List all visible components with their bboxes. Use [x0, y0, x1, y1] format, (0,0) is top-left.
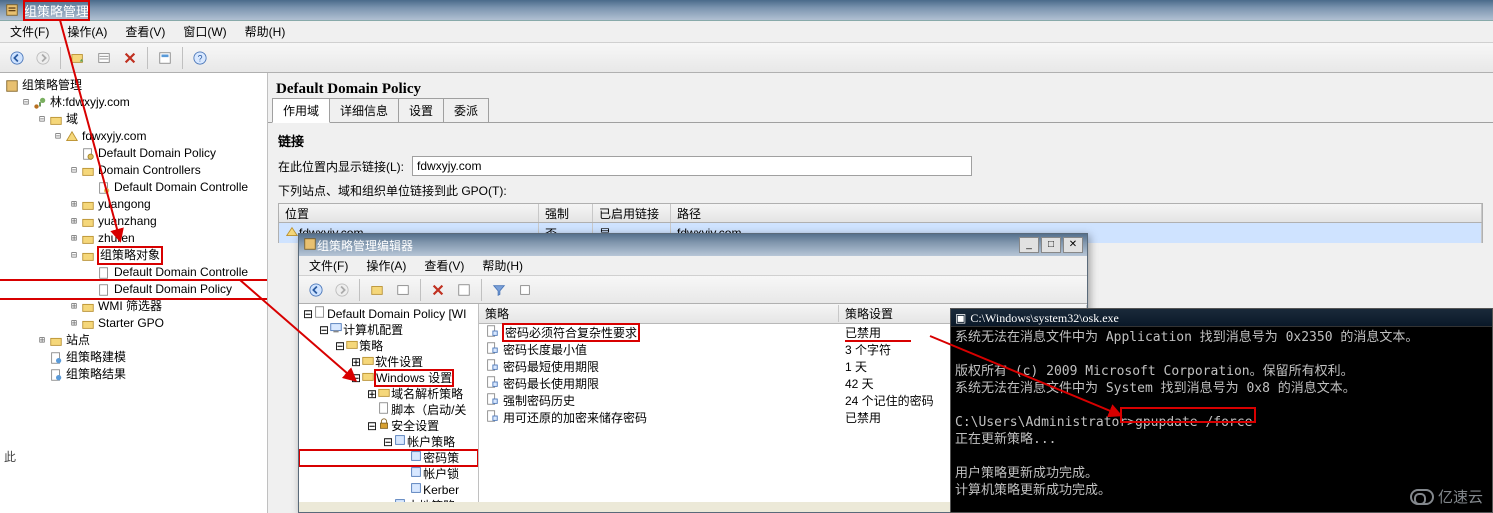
tree-ddp[interactable]: ⊟Default Domain Policy: [0, 145, 267, 162]
delete-icon[interactable]: [118, 46, 142, 70]
tree-ddcp[interactable]: ⊟Default Domain Controlle: [0, 179, 267, 196]
main-menubar: 文件(F) 操作(A) 查看(V) 窗口(W) 帮助(H): [0, 21, 1493, 43]
tabs: 作用域 详细信息 设置 委派: [268, 101, 1493, 123]
editor-titlebar: 组策略管理编辑器 _ □ ✕: [299, 234, 1087, 256]
editor-tree[interactable]: ⊟Default Domain Policy [WI ⊟计算机配置 ⊟策略 ⊞软…: [299, 304, 479, 502]
col-path[interactable]: 路径: [671, 204, 1482, 222]
ed-tree-lock[interactable]: ⊟帐户锁: [299, 466, 478, 482]
ed-menu-view[interactable]: 查看(V): [420, 255, 468, 276]
tree-ou1[interactable]: ⊞yuangong: [0, 196, 267, 213]
tree-dc[interactable]: ⊟Domain Controllers: [0, 162, 267, 179]
tree-results[interactable]: ⊟组策略结果: [0, 366, 267, 383]
ed-filter-icon[interactable]: [487, 278, 511, 302]
nav-back-icon[interactable]: [5, 46, 29, 70]
editor-toolbar: [299, 276, 1087, 304]
ed-menu-file[interactable]: 文件(F): [305, 255, 352, 276]
tab-delegation[interactable]: 委派: [443, 98, 489, 122]
editor-icon: [303, 237, 317, 254]
ed-tree-script[interactable]: ⊞脚本（启动/关: [299, 402, 478, 418]
links-heading: 链接: [278, 131, 1483, 150]
tab-settings[interactable]: 设置: [398, 98, 444, 122]
ed-props-icon[interactable]: [452, 278, 476, 302]
menu-view[interactable]: 查看(V): [121, 21, 169, 42]
command-prompt[interactable]: ▣C:\Windows\system32\osk.exe 系统无法在消息文件中为…: [950, 308, 1493, 513]
col-location[interactable]: 位置: [279, 204, 539, 222]
cmd-title: ▣C:\Windows\system32\osk.exe: [951, 309, 1492, 327]
ed-tree-comp[interactable]: ⊟计算机配置: [299, 322, 478, 338]
tree-forest[interactable]: ⊟林: fdwxyjy.com: [0, 94, 267, 111]
ed-tree-sw[interactable]: ⊞软件设置: [299, 354, 478, 370]
ed-back-icon[interactable]: [304, 278, 328, 302]
ed-menu-help[interactable]: 帮助(H): [478, 255, 527, 276]
cmd-icon: ▣: [955, 311, 966, 325]
ed-tree-sec[interactable]: ⊟安全设置: [299, 418, 478, 434]
col-policy[interactable]: 策略: [479, 305, 839, 322]
ed-tree-win[interactable]: ⊟Windows 设置: [299, 370, 478, 386]
cmd-body: 系统无法在消息文件中为 Application 找到消息号为 0x2350 的消…: [951, 327, 1492, 501]
ed-list-icon[interactable]: [391, 278, 415, 302]
tree-domain[interactable]: ⊟fdwxyjy.com: [0, 128, 267, 145]
domain-icon: [285, 225, 299, 242]
app-icon: [4, 2, 20, 18]
help-icon[interactable]: ?: [188, 46, 212, 70]
ed-tree-local[interactable]: ⊞本地策略: [299, 498, 478, 502]
tree-gpo1[interactable]: ⊟Default Domain Controlle: [0, 264, 267, 281]
show-links-label: 在此位置内显示链接(L):: [278, 158, 404, 175]
ed-tree-acct[interactable]: ⊟帐户策略: [299, 434, 478, 450]
app-title: 组策略管理: [24, 1, 89, 20]
menu-action[interactable]: 操作(A): [63, 21, 111, 42]
refresh-icon[interactable]: [153, 46, 177, 70]
list-header: 位置 强制 已启用链接 路径: [278, 203, 1483, 223]
ed-delete-icon[interactable]: [426, 278, 450, 302]
watermark-logo-icon: [1410, 489, 1434, 505]
tree-gpo-obj[interactable]: ⊟组策略对象: [0, 247, 267, 264]
ed-tree-pol[interactable]: ⊟策略: [299, 338, 478, 354]
nav-forward-icon[interactable]: [31, 46, 55, 70]
tree-panel[interactable]: 组策略管理 ⊟林: fdwxyjy.com ⊟域 ⊟fdwxyjy.com ⊟D…: [0, 73, 268, 513]
ed-extra-icon[interactable]: [513, 278, 537, 302]
tree-root[interactable]: 组策略管理: [0, 77, 267, 94]
tree-sites[interactable]: ⊞站点: [0, 332, 267, 349]
editor-menubar: 文件(F) 操作(A) 查看(V) 帮助(H): [299, 256, 1087, 276]
ed-menu-action[interactable]: 操作(A): [362, 255, 410, 276]
menu-file[interactable]: 文件(F): [6, 21, 53, 42]
tree-ou3[interactable]: ⊞zhuren: [0, 230, 267, 247]
minimize-button[interactable]: _: [1019, 237, 1039, 253]
main-titlebar: 组策略管理: [0, 0, 1493, 21]
ed-tree-pwd[interactable]: ⊟密码策: [299, 450, 478, 466]
tree-wmi[interactable]: ⊞WMI 筛选器: [0, 298, 267, 315]
gpo-links-label: 下列站点、域和组织单位链接到此 GPO(T):: [278, 182, 1483, 199]
col-link[interactable]: 已启用链接: [593, 204, 671, 222]
ed-tree-kerb[interactable]: ⊟Kerber: [299, 482, 478, 498]
col-force[interactable]: 强制: [539, 204, 593, 222]
details-title: Default Domain Policy: [268, 73, 1493, 101]
ed-forward-icon[interactable]: [330, 278, 354, 302]
tree-modeling[interactable]: ⊟组策略建模: [0, 349, 267, 366]
watermark: 亿速云: [1410, 486, 1483, 507]
policy-icon: [485, 324, 499, 341]
tab-scope[interactable]: 作用域: [272, 98, 330, 123]
status-text: 此: [4, 448, 16, 465]
ed-tree-root[interactable]: ⊟Default Domain Policy [WI: [299, 306, 478, 322]
tree-domains[interactable]: ⊟域: [0, 111, 267, 128]
tree-gpo2[interactable]: ⊟Default Domain Policy: [0, 281, 267, 298]
svg-text:?: ?: [198, 53, 203, 63]
menu-window[interactable]: 窗口(W): [179, 21, 230, 42]
tree-ou2[interactable]: ⊞yuanzhang: [0, 213, 267, 230]
editor-title: 组策略管理编辑器: [317, 237, 413, 254]
close-button[interactable]: ✕: [1063, 237, 1083, 253]
ed-tree-dns[interactable]: ⊞域名解析策略: [299, 386, 478, 402]
main-toolbar: ?: [0, 43, 1493, 73]
menu-help[interactable]: 帮助(H): [241, 21, 290, 42]
show-links-input[interactable]: [412, 156, 972, 176]
maximize-button[interactable]: □: [1041, 237, 1061, 253]
folder-up-icon[interactable]: [66, 46, 90, 70]
ed-up-icon[interactable]: [365, 278, 389, 302]
tab-details[interactable]: 详细信息: [329, 98, 399, 122]
tree-starter[interactable]: ⊞Starter GPO: [0, 315, 267, 332]
list-icon[interactable]: [92, 46, 116, 70]
